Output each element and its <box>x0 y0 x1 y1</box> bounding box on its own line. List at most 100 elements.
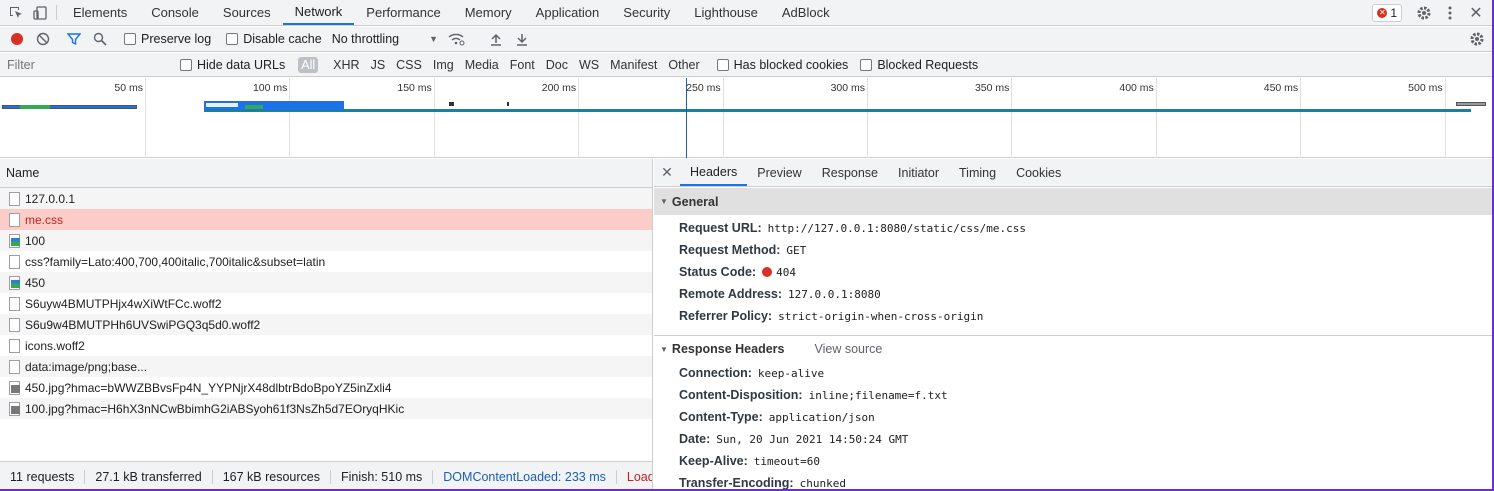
tab-performance[interactable]: Performance <box>354 0 452 25</box>
export-har-icon[interactable] <box>509 28 535 50</box>
tab-lighthouse[interactable]: Lighthouse <box>682 0 770 25</box>
more-options-icon[interactable] <box>1438 6 1462 20</box>
hide-data-urls-checkbox[interactable]: Hide data URLs <box>180 58 285 72</box>
filter-type-js[interactable]: JS <box>366 57 391 73</box>
request-count: 11 requests <box>0 469 86 484</box>
response-headers: Connection: keep-alive Content-Disposition… <box>654 362 1494 491</box>
request-row[interactable]: css?family=Lato:400,700,400italic,700ita… <box>0 251 652 272</box>
expand-triangle-icon: ▼ <box>660 197 668 206</box>
network-overview-timeline[interactable]: 50 ms 100 ms 150 ms 200 ms 250 ms 300 ms 350 m… <box>0 78 1494 158</box>
request-row[interactable]: S6u9w4BMUTPHh6UVSwiPGQ3q5d0.woff2 <box>0 314 652 335</box>
details-tab-response[interactable]: Response <box>812 159 888 186</box>
details-tab-cookies[interactable]: Cookies <box>1006 159 1071 186</box>
response-headers-section-header[interactable]: ▼ Response Headers View source <box>654 335 1494 362</box>
tick-label: 250 ms <box>686 82 721 94</box>
request-row[interactable]: icons.woff2 <box>0 335 652 356</box>
preserve-log-checkbox[interactable]: Preserve log <box>124 32 211 46</box>
header-value: timeout=60 <box>753 454 821 468</box>
details-tab-preview[interactable]: Preview <box>747 159 811 186</box>
grid-line <box>578 78 580 158</box>
filter-icon[interactable] <box>61 28 87 50</box>
checkbox-box[interactable] <box>180 58 192 71</box>
request-name: 100 <box>25 233 46 248</box>
response-headers-title: Response Headers <box>671 342 785 356</box>
details-tab-headers[interactable]: Headers <box>680 159 748 186</box>
tab-security[interactable]: Security <box>611 0 682 25</box>
request-row[interactable]: 127.0.0.1 <box>0 188 652 209</box>
tick-label: 100 ms <box>252 82 288 94</box>
settings-gear-icon[interactable] <box>1412 5 1436 21</box>
header-value: Sun, 20 Jun 2021 14:50:24 GMT <box>716 432 909 446</box>
general-section-header[interactable]: ▼ General <box>654 188 1494 215</box>
request-row[interactable]: data:image/png;base... <box>0 356 652 377</box>
checkbox-box[interactable] <box>716 58 729 71</box>
filter-type-img[interactable]: Img <box>428 57 459 73</box>
status-code-value: 404 <box>776 265 796 279</box>
status-bar: 11 requests 27.1 kB transferred 167 kB r… <box>0 461 652 491</box>
name-column-header[interactable]: Name <box>0 159 652 188</box>
tick-label: 150 ms <box>397 82 432 94</box>
view-source-link[interactable]: View source <box>814 342 882 356</box>
error-count-badge[interactable]: ✕ 1 <box>1372 3 1402 22</box>
blocked-requests-checkbox[interactable]: Blocked Requests <box>860 58 978 72</box>
tab-memory[interactable]: Memory <box>453 0 524 25</box>
header-row: Date: Sun, 20 Jun 2021 14:50:24 GMT <box>654 428 1494 450</box>
filter-input[interactable] <box>0 53 168 76</box>
request-name: icons.woff2 <box>25 338 85 353</box>
header-value: keep-alive <box>757 366 825 380</box>
request-row[interactable]: 100.jpg?hmac=H6hX3nNCwBbimhG2iABSyoh61f3… <box>0 398 652 419</box>
document-icon <box>9 338 20 353</box>
filter-type-css[interactable]: CSS <box>391 57 427 73</box>
tab-network[interactable]: Network <box>282 0 355 25</box>
filter-type-doc[interactable]: Doc <box>541 57 573 73</box>
checkbox-box[interactable] <box>124 33 136 45</box>
search-icon[interactable] <box>87 28 113 50</box>
finish-time: Finish: 510 ms <box>331 469 434 484</box>
has-blocked-cookies-checkbox[interactable]: Has blocked cookies <box>716 58 848 72</box>
details-tab-timing[interactable]: Timing <box>949 159 1006 186</box>
import-har-icon[interactable] <box>483 28 509 50</box>
grid-line <box>1300 78 1302 158</box>
record-icon[interactable] <box>4 28 30 50</box>
tab-adblock[interactable]: AdBlock <box>770 0 842 25</box>
throttling-select[interactable]: No throttling ▼ <box>332 32 438 46</box>
grid-line <box>145 78 146 158</box>
tab-sources[interactable]: Sources <box>211 0 283 25</box>
filter-type-media[interactable]: Media <box>460 57 504 73</box>
request-row[interactable]: 100 <box>0 230 652 251</box>
close-devtools-icon[interactable]: ✕ <box>1464 3 1488 23</box>
close-details-icon[interactable]: ✕ <box>654 159 680 186</box>
clear-icon[interactable] <box>30 28 56 50</box>
request-row[interactable]: 450.jpg?hmac=bWWZBBvsFp4N_YYPNjrX48dlbtr… <box>0 377 652 398</box>
header-key: Date: <box>679 432 711 446</box>
request-name: me.css <box>25 212 64 227</box>
network-conditions-wifi-icon[interactable] <box>444 28 470 50</box>
checkbox-box[interactable] <box>860 58 873 71</box>
separator <box>56 5 57 20</box>
resource-type-filters: All XHR JS CSS Img Media Font Doc WS Manifest Othe… <box>289 56 705 73</box>
inspect-element-icon[interactable] <box>4 0 28 25</box>
grid-line <box>433 78 435 158</box>
tab-application[interactable]: Application <box>524 0 612 25</box>
dropdown-arrow-icon: ▼ <box>429 34 439 44</box>
disable-cache-checkbox[interactable]: Disable cache <box>226 32 322 46</box>
device-toolbar-icon[interactable] <box>28 0 52 25</box>
header-value: 404 <box>762 266 796 279</box>
tab-elements[interactable]: Elements <box>61 0 139 25</box>
network-settings-gear-icon[interactable] <box>1464 28 1490 50</box>
request-row[interactable]: 450 <box>0 272 652 293</box>
details-tab-initiator[interactable]: Initiator <box>888 159 949 186</box>
filter-type-ws[interactable]: WS <box>574 57 604 73</box>
checkbox-box[interactable] <box>226 33 239 45</box>
tab-console[interactable]: Console <box>139 0 211 25</box>
header-key: Content-Disposition: <box>679 388 803 402</box>
filter-type-all[interactable]: All <box>298 56 319 73</box>
filter-type-xhr[interactable]: XHR <box>328 57 364 73</box>
filter-type-font[interactable]: Font <box>505 57 540 73</box>
image-icon <box>9 233 20 248</box>
request-row[interactable]: S6uyw4BMUTPHjx4wXiWtFCc.woff2 <box>0 293 652 314</box>
request-row[interactable]: me.css <box>0 209 652 230</box>
filter-type-other[interactable]: Other <box>663 57 704 73</box>
request-name: 100.jpg?hmac=H6hX3nNCwBbimhG2iABSyoh61f3… <box>25 401 405 416</box>
filter-type-manifest[interactable]: Manifest <box>605 57 662 73</box>
